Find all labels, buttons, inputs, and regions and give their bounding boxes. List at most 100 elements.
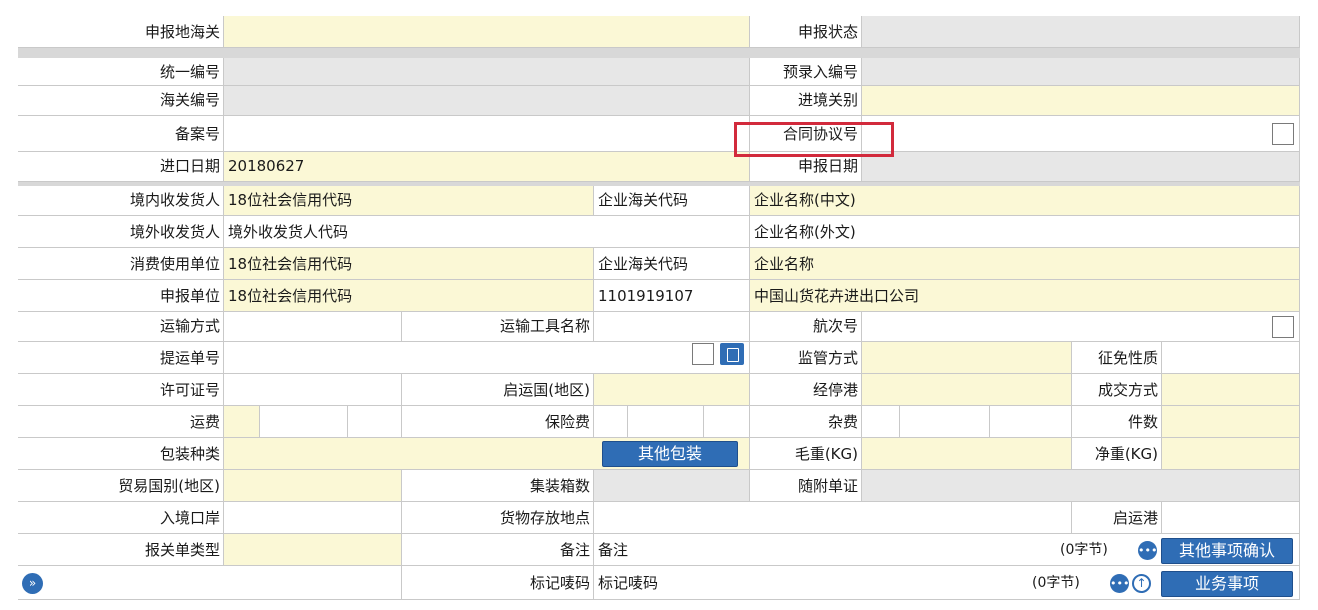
container-no-field xyxy=(594,470,750,502)
status-field xyxy=(862,16,1300,48)
label-transit-port: 经停港 xyxy=(750,374,862,406)
label-misc-fee: 杂费 xyxy=(750,406,862,438)
consumer-unit-name[interactable]: 企业名称 xyxy=(750,248,1300,280)
label-import-date: 进口日期 xyxy=(18,152,224,182)
upload-icon[interactable]: ↑ xyxy=(1132,574,1151,593)
remarks-more-icon[interactable]: ••• xyxy=(1138,541,1157,560)
label-pre-entry-no: 预录入编号 xyxy=(750,58,862,86)
bill-no-field[interactable] xyxy=(224,342,750,374)
label-bill-no: 提运单号 xyxy=(18,342,224,374)
pre-entry-no-field xyxy=(862,58,1300,86)
gross-weight-field[interactable] xyxy=(862,438,1072,470)
transport-mode-field[interactable] xyxy=(224,312,402,342)
label-license-no: 许可证号 xyxy=(18,374,224,406)
freight-rate[interactable] xyxy=(260,406,348,438)
exemption-nature-field[interactable] xyxy=(1162,342,1300,374)
label-customs: 申报地海关 xyxy=(18,16,224,48)
insurance-currency[interactable] xyxy=(704,406,750,438)
misc-fee-rate[interactable] xyxy=(900,406,990,438)
other-packaging-button[interactable]: 其他包装 xyxy=(602,441,738,467)
label-record-no: 备案号 xyxy=(18,116,224,152)
departure-port-field[interactable] xyxy=(1162,502,1300,534)
label-declaration-type: 报关单类型 xyxy=(18,534,224,566)
expand-icon[interactable]: » xyxy=(22,573,43,594)
voyage-no-checkbox[interactable] xyxy=(1272,316,1294,338)
label-domestic-consignee: 境内收发货人 xyxy=(18,186,224,216)
label-voyage-no: 航次号 xyxy=(750,312,862,342)
deal-mode-field[interactable] xyxy=(1162,374,1300,406)
insurance-type[interactable] xyxy=(594,406,628,438)
label-marks-no: 标记唛码 xyxy=(402,566,594,600)
misc-fee-currency[interactable] xyxy=(990,406,1072,438)
contract-no-checkbox[interactable] xyxy=(1272,123,1294,145)
marks-more-icon[interactable]: ••• xyxy=(1110,574,1129,593)
footer-left xyxy=(18,566,402,600)
label-gross-weight: 毛重(KG) xyxy=(750,438,862,470)
label-foreign-consignee: 境外收发货人 xyxy=(18,216,224,248)
other-confirm-button[interactable]: 其他事项确认 xyxy=(1161,538,1293,564)
customs-declaration-form: 申报地海关 申报状态 统一编号 预录入编号 海关编号 进境关别 备案号 合同协议… xyxy=(18,16,1300,600)
unified-no-field xyxy=(224,58,750,86)
label-origin-country: 启运国(地区) xyxy=(402,374,594,406)
license-no-field[interactable] xyxy=(224,374,402,406)
declarant-code[interactable]: 18位社会信用代码 xyxy=(224,280,594,312)
domestic-consignee-code[interactable]: 18位社会信用代码 xyxy=(224,186,594,216)
declaration-type-field[interactable] xyxy=(224,534,402,566)
marks-byte-count: (0字节) xyxy=(1032,575,1080,591)
label-freight: 运费 xyxy=(18,406,224,438)
entry-customs-field[interactable] xyxy=(862,86,1300,116)
label-package-type: 包装种类 xyxy=(18,438,224,470)
label-entry-port: 入境口岸 xyxy=(18,502,224,534)
document-icon[interactable] xyxy=(720,343,744,365)
entry-port-field[interactable] xyxy=(224,502,402,534)
label-consumer-unit: 消费使用单位 xyxy=(18,248,224,280)
consumer-unit-code[interactable]: 18位社会信用代码 xyxy=(224,248,594,280)
voyage-no-field[interactable] xyxy=(862,312,1300,342)
highlight-box xyxy=(734,122,894,157)
transit-port-field[interactable] xyxy=(862,374,1072,406)
declarant-customs-code[interactable]: 1101919107 xyxy=(594,280,750,312)
label-entry-customs: 进境关别 xyxy=(750,86,862,116)
net-weight-field[interactable] xyxy=(1162,438,1300,470)
label-declarant: 申报单位 xyxy=(18,280,224,312)
supervision-mode-field[interactable] xyxy=(862,342,1072,374)
customs-field[interactable] xyxy=(224,16,750,48)
label-storage-place: 货物存放地点 xyxy=(402,502,594,534)
domestic-consignee-name[interactable]: 企业名称(中文) xyxy=(750,186,1300,216)
foreign-consignee-name[interactable]: 企业名称(外文) xyxy=(750,216,1300,248)
declare-date-field xyxy=(862,152,1300,182)
record-no-field[interactable] xyxy=(224,116,750,152)
label-attached-docs: 随附单证 xyxy=(750,470,862,502)
foreign-consignee-code[interactable]: 境外收发货人代码 xyxy=(224,216,750,248)
label-net-weight: 净重(KG) xyxy=(1072,438,1162,470)
misc-fee-type[interactable] xyxy=(862,406,900,438)
label-deal-mode: 成交方式 xyxy=(1072,374,1162,406)
label-remarks: 备注 xyxy=(402,534,594,566)
contract-no-field[interactable] xyxy=(862,116,1300,152)
pieces-field[interactable] xyxy=(1162,406,1300,438)
label-transport-mode: 运输方式 xyxy=(18,312,224,342)
label-unified-no: 统一编号 xyxy=(18,58,224,86)
import-date-field[interactable]: 20180627 xyxy=(224,152,750,182)
insurance-rate[interactable] xyxy=(628,406,704,438)
label-insurance: 保险费 xyxy=(402,406,594,438)
label-supervision-mode: 监管方式 xyxy=(750,342,862,374)
declarant-name[interactable]: 中国山货花卉进出口公司 xyxy=(750,280,1300,312)
trade-country-field[interactable] xyxy=(224,470,402,502)
label-departure-port: 启运港 xyxy=(1072,502,1162,534)
consumer-unit-customs-code[interactable]: 企业海关代码 xyxy=(594,248,750,280)
label-container-no: 集装箱数 xyxy=(402,470,594,502)
label-transport-name: 运输工具名称 xyxy=(402,312,594,342)
business-items-button[interactable]: 业务事项 xyxy=(1161,571,1293,597)
origin-country-field[interactable] xyxy=(594,374,750,406)
attached-docs-field xyxy=(862,470,1300,502)
remarks-byte-count: (0字节) xyxy=(1060,542,1108,558)
freight-type[interactable] xyxy=(224,406,260,438)
bill-no-checkbox[interactable] xyxy=(692,343,714,365)
label-trade-country: 贸易国别(地区) xyxy=(18,470,224,502)
domestic-consignee-customs-code[interactable]: 企业海关代码 xyxy=(594,186,750,216)
storage-place-field[interactable] xyxy=(594,502,1072,534)
label-customs-no: 海关编号 xyxy=(18,86,224,116)
freight-currency[interactable] xyxy=(348,406,402,438)
transport-name-field[interactable] xyxy=(594,312,750,342)
